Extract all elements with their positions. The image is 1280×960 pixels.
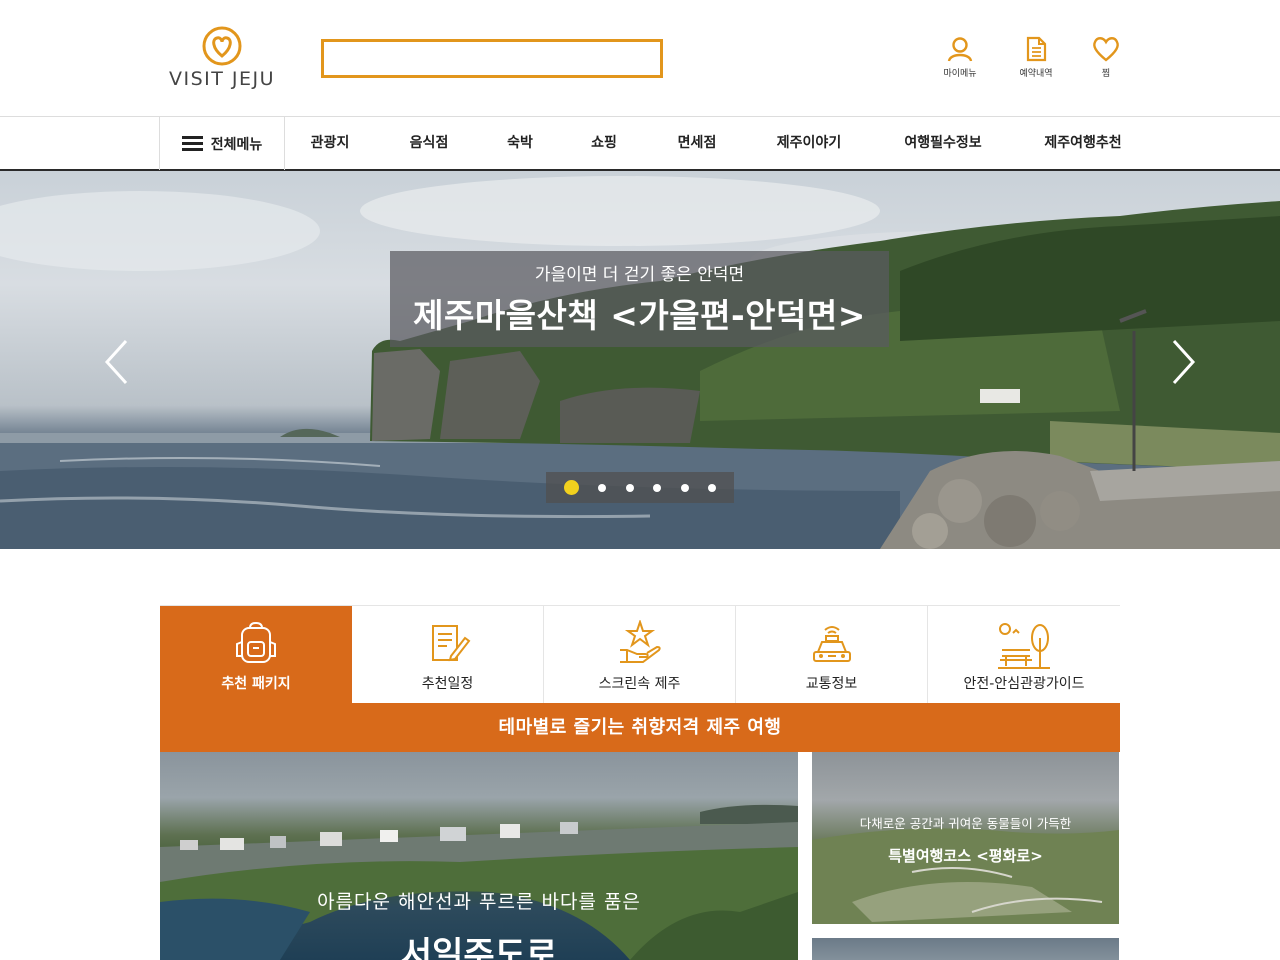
search-input[interactable]	[321, 39, 663, 78]
my-menu-label: 마이메뉴	[943, 69, 977, 79]
nav-item-attractions[interactable]: 관광지	[311, 117, 350, 170]
chevron-right-icon[interactable]	[1168, 338, 1198, 386]
site-header: VISIT JEJU 마이메뉴 예약내역 찜	[0, 0, 1280, 117]
tab-recommended-itinerary[interactable]: 추천일정	[352, 606, 544, 704]
nav-item-duty-free[interactable]: 면세점	[678, 117, 717, 170]
slide-dot-2[interactable]	[598, 483, 607, 492]
feature-card-west-coast-road[interactable]: 아름다운 해안선과 푸르른 바다를 품은 서일주도로	[160, 752, 798, 960]
all-menu-button[interactable]: 전체메뉴	[159, 117, 285, 170]
tab-recommended-package[interactable]: 추천 패키지	[160, 606, 352, 704]
tab-label: 스크린속 제주	[598, 676, 681, 692]
nav-item-jeju-story[interactable]: 제주이야기	[777, 117, 841, 170]
user-icon	[947, 37, 973, 62]
tab-jeju-on-screen[interactable]: 스크린속 제주	[544, 606, 736, 704]
feature-card-partial[interactable]	[812, 938, 1119, 960]
hero-title: 제주마을산책 <가을편-안덕면>	[413, 296, 866, 335]
slide-pagination	[546, 472, 734, 503]
tab-transportation[interactable]: 교통정보	[736, 606, 928, 704]
green-park-image	[812, 828, 1119, 924]
reservation-label: 예약내역	[1019, 69, 1053, 79]
feature-card-pyeonghwa-road[interactable]: 다채로운 공간과 귀여운 동물들이 가득한 특별여행코스 <평화로>	[812, 752, 1119, 924]
my-menu-button[interactable]: 마이메뉴	[930, 36, 990, 79]
tab-safety-guide[interactable]: 안전-안심관광가이드	[928, 606, 1120, 704]
nav-item-lodging[interactable]: 숙박	[507, 117, 533, 170]
jeju-heart-logo-icon	[202, 26, 242, 66]
category-tabs: 추천 패키지 추천일정 스크린속 제주 교통정보 안전-안심관광가이드	[160, 605, 1120, 704]
hero-caption: 가을이면 더 걷기 좋은 안덕면 제주마을산책 <가을편-안덕면>	[390, 251, 889, 347]
slide-dot-1[interactable]	[563, 480, 579, 495]
nav-item-travel-recommendations[interactable]: 제주여행추천	[1044, 117, 1121, 170]
logo-text: VISIT JEJU	[168, 68, 276, 90]
tab-label: 추천 패키지	[221, 676, 291, 692]
backpack-icon	[236, 621, 276, 663]
card-subtitle: 다채로운 공간과 귀여운 동물들이 가득한	[859, 816, 1072, 831]
tab-label: 교통정보	[805, 676, 858, 692]
card-subtitle: 아름다운 해안선과 푸르른 바다를 품은	[317, 891, 641, 913]
slide-dot-5[interactable]	[680, 483, 689, 492]
chevron-left-icon[interactable]	[102, 338, 132, 386]
hero-slider: 가을이면 더 걷기 좋은 안덕면 제주마을산책 <가을편-안덕면>	[0, 171, 1280, 549]
slide-dot-6[interactable]	[708, 483, 717, 492]
park-bench-icon	[998, 623, 1050, 669]
star-hand-icon	[619, 620, 661, 663]
slide-dot-4[interactable]	[653, 483, 662, 492]
wishlist-button[interactable]: 찜	[1076, 36, 1136, 79]
nav-item-restaurants[interactable]: 음식점	[410, 117, 449, 170]
hamburger-icon	[181, 136, 203, 151]
nav-item-travel-essentials[interactable]: 여행필수정보	[904, 117, 981, 170]
taxi-icon	[812, 626, 851, 662]
document-icon	[1026, 36, 1047, 62]
card-title: 서일주도로	[400, 935, 558, 960]
card-title: 특별여행코스 <평화로>	[888, 847, 1043, 865]
visit-jeju-logo[interactable]: VISIT JEJU	[160, 26, 284, 92]
tab-label: 추천일정	[421, 676, 474, 692]
hero-subtitle: 가을이면 더 걷기 좋은 안덕면	[534, 265, 745, 285]
nav-item-shopping[interactable]: 쇼핑	[591, 117, 617, 170]
schedule-icon	[431, 625, 470, 662]
main-navigation: 전체메뉴 관광지 음식점 숙박 쇼핑 면세점 제주이야기 여행필수정보 제주여행…	[0, 117, 1280, 171]
tab-label: 안전-안심관광가이드	[963, 676, 1085, 692]
theme-banner: 테마별로 즐기는 취향저격 제주 여행	[160, 703, 1120, 752]
heart-icon	[1093, 37, 1119, 62]
all-menu-label: 전체메뉴	[210, 136, 263, 153]
reservation-button[interactable]: 예약내역	[1006, 36, 1066, 79]
slide-dot-3[interactable]	[625, 483, 634, 492]
wishlist-label: 찜	[1101, 69, 1111, 79]
